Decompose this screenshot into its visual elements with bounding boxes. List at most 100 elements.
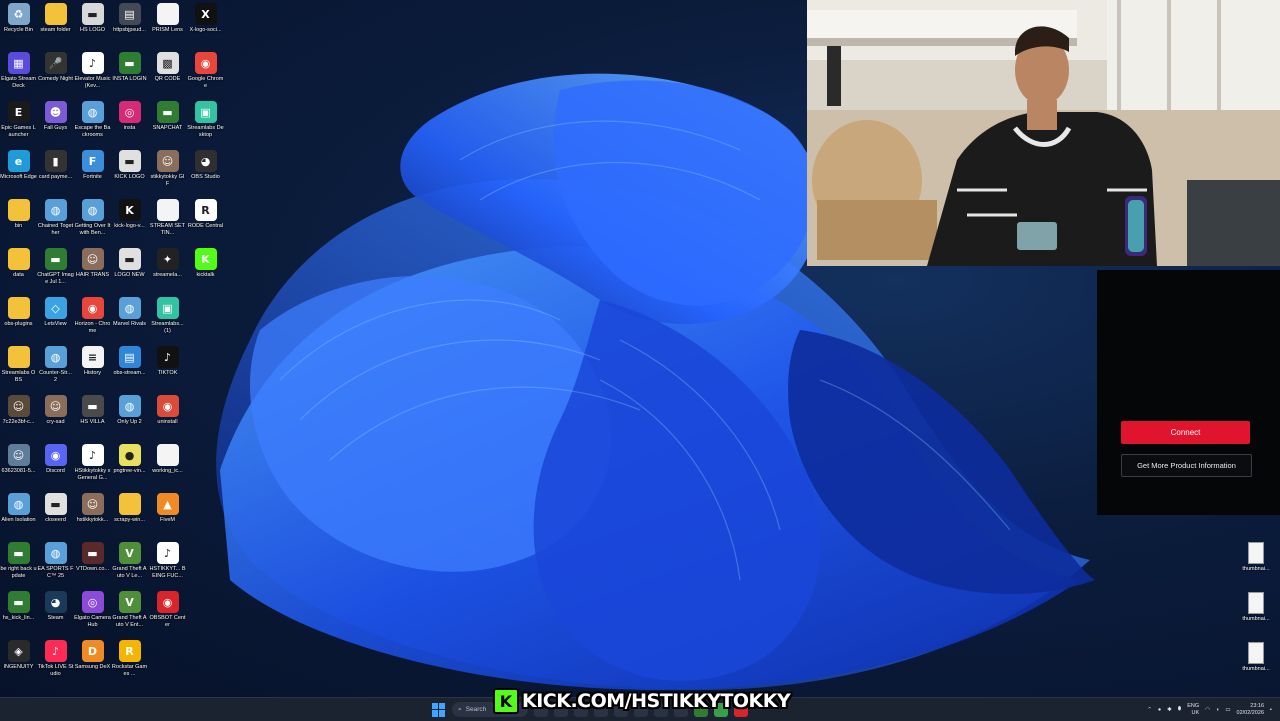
desktop-icon[interactable]: ▬ HS VILLA bbox=[74, 392, 111, 441]
desktop-icon[interactable]: ▮ card payme... bbox=[37, 147, 74, 196]
desktop-icon[interactable]: ◎ Elgato Camera Hub bbox=[74, 588, 111, 637]
desktop-icon[interactable]: ▬ INSTA LOGIN bbox=[111, 49, 148, 98]
desktop-icon[interactable]: ▩ QR CODE bbox=[149, 49, 186, 98]
desktop-icon[interactable]: ▬ SNAPCHAT bbox=[149, 98, 186, 147]
desktop-icon[interactable]: Kkick-logo-v... bbox=[111, 196, 148, 245]
start-button[interactable] bbox=[432, 702, 446, 717]
desktop-icon[interactable]: PRISM Lens bbox=[149, 0, 186, 49]
desktop-icon[interactable]: ▬ be right back update bbox=[0, 539, 37, 588]
desktop-icon[interactable]: bin bbox=[0, 196, 37, 245]
desktop-icon[interactable]: data bbox=[0, 245, 37, 294]
desktop-icon[interactable]: R Rockstar Games ... bbox=[111, 637, 148, 686]
desktop-icon[interactable]: ◎ insta bbox=[111, 98, 148, 147]
notification-icon[interactable]: ▪ bbox=[1270, 707, 1272, 713]
desktop-icon[interactable]: obs-plugins bbox=[0, 294, 37, 343]
network-icon[interactable]: ● bbox=[1158, 707, 1161, 713]
desktop-icon[interactable]: ◍ Only Up 2 bbox=[111, 392, 148, 441]
desktop-icon[interactable]: F Fortnite bbox=[74, 147, 111, 196]
desktop-icon[interactable]: ◈ INGENUITY bbox=[0, 637, 37, 686]
desktop-icon[interactable]: ✦ streamela... bbox=[149, 245, 186, 294]
desktop-icon[interactable]: ☺ hstikkytokk... bbox=[74, 490, 111, 539]
desktop-icon[interactable]: ▦ Elgato Stream Deck bbox=[0, 49, 37, 98]
desktop-icon[interactable]: scrapy-win... bbox=[111, 490, 148, 539]
desktop-icon[interactable]: e Microsoft Edge bbox=[0, 147, 37, 196]
desktop-icon[interactable]: V Grand Theft Auto V Ent... bbox=[111, 588, 148, 637]
desktop-icon[interactable]: ◕ Steam bbox=[37, 588, 74, 637]
desktop-icon[interactable]: ▬ hs_kick_lin... bbox=[0, 588, 37, 637]
desktop-icon-label: obs-stream... bbox=[113, 370, 146, 376]
desktop-icon[interactable]: working_ic... bbox=[149, 441, 186, 490]
desktop-icon[interactable]: ◍ EA SPORTS FC™ 25 bbox=[37, 539, 74, 588]
desktop-icon[interactable]: ☺ HAIR TRANS bbox=[74, 245, 111, 294]
desktop-icon[interactable]: ◉ Discord bbox=[37, 441, 74, 490]
desktop-icon[interactable]: ☺ 7c22e3bf-c... bbox=[0, 392, 37, 441]
desktop-icon[interactable]: ☺ 63623081-5... bbox=[0, 441, 37, 490]
desktop-icon[interactable]: ◍ Counter-Str... 2 bbox=[37, 343, 74, 392]
desktop-icon[interactable]: ▤ httpsbjpsud... bbox=[111, 0, 148, 49]
desktop-icon[interactable]: ♪ HStikkytokky x General G... bbox=[74, 441, 111, 490]
desktop-icon[interactable]: ◉ OBSBOT Center bbox=[149, 588, 186, 637]
desktop-icon[interactable]: E Epic Games Launcher bbox=[0, 98, 37, 147]
desktop-icon-label: INGENUITY bbox=[3, 664, 34, 670]
desktop-icon[interactable]: ▬ VTDown.co... bbox=[74, 539, 111, 588]
desktop-icon[interactable]: ▬ HS LOGO bbox=[74, 0, 111, 49]
desktop-icon[interactable]: ◍ Getting Over It with Ben... bbox=[74, 196, 111, 245]
desktop-icon[interactable]: D Samsung DeX bbox=[74, 637, 111, 686]
desktop-icon[interactable]: ▬ LOGO NEW bbox=[111, 245, 148, 294]
desktop-icon[interactable]: 🎤 Comedy Night bbox=[37, 49, 74, 98]
desktop-icon[interactable]: ◉ Horizon - Chrome bbox=[74, 294, 111, 343]
thumbnail-file[interactable]: thumbnai... bbox=[1236, 590, 1276, 636]
desktop-icon[interactable]: ☻ Fall Guys bbox=[37, 98, 74, 147]
desktop-icon[interactable]: STREAM SETTIN... bbox=[149, 196, 186, 245]
desktop-icon-label: QR CODE bbox=[154, 76, 181, 82]
kick-channel-overlay: K KICK.COM/HSTIKKYTOKKY bbox=[493, 687, 791, 715]
desktop-icon[interactable]: ☺ stikkytokky GIF bbox=[149, 147, 186, 196]
chevron-up-icon[interactable]: ⌃ bbox=[1147, 707, 1152, 713]
desktop-icon[interactable]: V Grand Theft Auto V Le... bbox=[111, 539, 148, 588]
desktop-icon-label: card payme... bbox=[38, 174, 73, 180]
desktop-icon[interactable]: ♪ TikTok LIVE Studio bbox=[37, 637, 74, 686]
bluetooth-icon[interactable]: ✱ bbox=[1167, 707, 1172, 713]
desktop-icon[interactable]: ▤ obs-stream... bbox=[111, 343, 148, 392]
desktop-icon[interactable]: ◍ Marvel Rivals bbox=[111, 294, 148, 343]
desktop-icon[interactable]: X X-logo-soci... bbox=[187, 0, 224, 49]
desktop-icon[interactable]: ◕ OBS Studio bbox=[187, 147, 224, 196]
language-indicator[interactable]: ENG UK bbox=[1187, 703, 1199, 717]
thumbnail-file[interactable]: thumbnai... bbox=[1236, 540, 1276, 586]
desktop-icon[interactable]: ▣ Streamlabs... (1) bbox=[149, 294, 186, 343]
desktop-icon[interactable]: ● pngtree-vin... bbox=[111, 441, 148, 490]
desktop-icon[interactable]: ♪ HSTIKKYT... BEING FUC... bbox=[149, 539, 186, 588]
desktop-icon[interactable]: ♻ Recycle Bin bbox=[0, 0, 37, 49]
desktop-icon-label: closeerd bbox=[45, 517, 66, 523]
clock[interactable]: 23:16 02/02/2026 bbox=[1237, 703, 1265, 717]
desktop-icon[interactable]: ◍ Alien Isolation bbox=[0, 490, 37, 539]
battery-icon[interactable]: ▭ bbox=[1225, 707, 1230, 713]
desktop-icon-label: EA SPORTS FC™ 25 bbox=[37, 566, 74, 579]
connect-button[interactable]: Connect bbox=[1121, 421, 1250, 444]
volume-icon[interactable]: ◖ bbox=[1216, 707, 1219, 713]
wifi-icon[interactable]: ◠ bbox=[1205, 707, 1210, 713]
desktop-icon[interactable]: Streamlabs OBS bbox=[0, 343, 37, 392]
desktop-icon[interactable]: ◇ LetsView bbox=[37, 294, 74, 343]
desktop-icon[interactable]: ▬ KICK LOGO bbox=[111, 147, 148, 196]
desktop-icon[interactable]: ≡ History bbox=[74, 343, 111, 392]
thumbnail-file[interactable]: thumbnai... bbox=[1236, 640, 1276, 686]
desktop-icon[interactable]: ◉ uninstall bbox=[149, 392, 186, 441]
desktop-icon[interactable]: steam folder bbox=[37, 0, 74, 49]
desktop-icon[interactable]: ♪ Elevator Music (Kev... bbox=[74, 49, 111, 98]
desktop-icon[interactable]: ♪ TIKTOK bbox=[149, 343, 186, 392]
desktop-icon[interactable]: ☺ cry-sad bbox=[37, 392, 74, 441]
desktop-icon[interactable]: ◍ Escape the Backrooms bbox=[74, 98, 111, 147]
desktop-icon[interactable]: ▬ ChatGPT Image Jul 1... bbox=[37, 245, 74, 294]
desktop-icon[interactable]: ▬ closeerd bbox=[37, 490, 74, 539]
desktop-icon[interactable]: R RODE Central bbox=[187, 196, 224, 245]
microphone-icon[interactable]: ⬮ bbox=[1178, 706, 1181, 713]
desktop-icon[interactable]: ◍ Chained Together bbox=[37, 196, 74, 245]
desktop-icon-label: INSTA LOGIN bbox=[112, 76, 147, 82]
desktop-icon-label: Fortnite bbox=[83, 174, 102, 180]
desktop-icon[interactable]: Kkicktalk bbox=[187, 245, 224, 294]
desktop-icon[interactable]: ◉ Google Chrome bbox=[187, 49, 224, 98]
product-info-button[interactable]: Get More Product Information bbox=[1121, 454, 1252, 477]
desktop-icon[interactable]: ▣ Streamlabs Desktop bbox=[187, 98, 224, 147]
desktop-icon[interactable]: ▲ FiveM bbox=[149, 490, 186, 539]
